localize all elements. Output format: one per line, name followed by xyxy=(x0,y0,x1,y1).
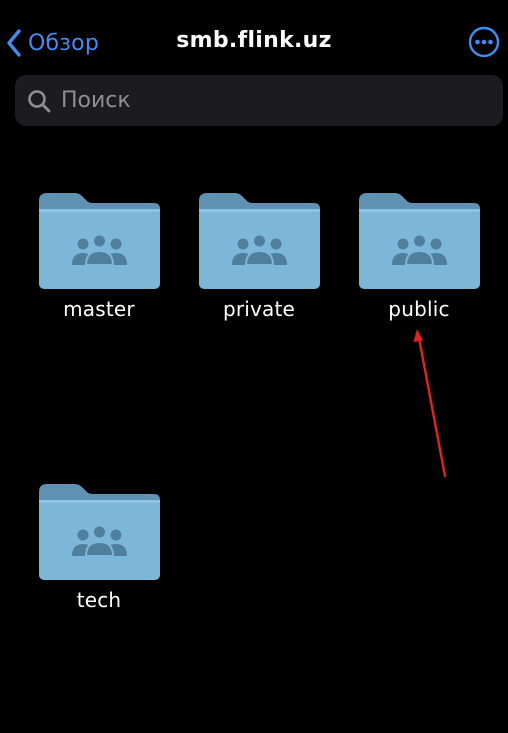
search-input[interactable] xyxy=(59,87,463,114)
folder-label: public xyxy=(388,297,450,321)
folder-label: private xyxy=(222,297,296,321)
navigation-bar: Обзор smb.flink.uz xyxy=(0,0,508,80)
ellipsis-circle-icon xyxy=(468,26,500,58)
folder-item-public[interactable]: public xyxy=(349,193,489,321)
folder-item-private[interactable]: private xyxy=(189,193,329,321)
folder-item-tech[interactable]: tech xyxy=(29,484,169,612)
search-icon xyxy=(28,89,51,112)
page-title: smb.flink.uz xyxy=(176,28,332,53)
folder-label: tech xyxy=(76,588,122,612)
shared-folder-icon xyxy=(38,484,160,580)
folder-item-master[interactable]: master xyxy=(29,193,169,321)
shared-folder-icon xyxy=(38,193,160,289)
more-options-button[interactable] xyxy=(468,26,500,58)
shared-folder-icon xyxy=(198,193,320,289)
folder-label: master xyxy=(63,297,135,321)
shared-folder-icon xyxy=(358,193,480,289)
search-bar[interactable] xyxy=(15,75,503,126)
